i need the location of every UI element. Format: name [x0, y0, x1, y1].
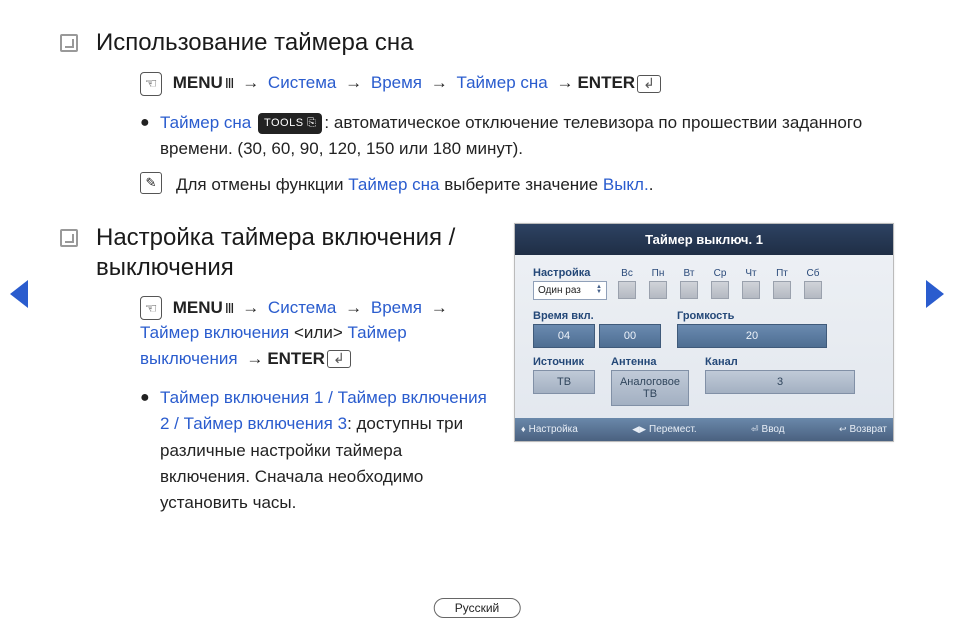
section1-head: Использование таймера сна	[60, 28, 894, 58]
arrow-icon: →	[431, 298, 448, 317]
menu-label: MENU	[173, 73, 223, 92]
day-checkbox[interactable]	[742, 281, 760, 299]
enter-icon	[637, 75, 661, 93]
updown-icon: ♦	[521, 424, 526, 434]
section-icon	[60, 34, 78, 52]
arrow-icon: →	[242, 73, 259, 92]
arrow-icon: →	[246, 349, 263, 368]
tv-panel-title: Таймер выключ. 1	[515, 224, 893, 255]
enter-label: ENTER	[577, 73, 635, 92]
document-page: Использование таймера сна ☜ MENUⅢ → Сист…	[0, 0, 954, 527]
arrow-icon: →	[345, 73, 362, 92]
nav-step-system: Система	[268, 298, 336, 317]
time-volume-row: Время вкл. 04 00 Громкость 20	[533, 310, 883, 348]
footer-setup: Настройка	[529, 424, 578, 435]
time-on-label: Время вкл.	[533, 310, 661, 322]
days-row: Вс Пн Вт Ср Чт Пт Сб	[613, 268, 827, 299]
nav-step-system: Система	[268, 73, 336, 92]
footer-return: Возврат	[850, 424, 888, 435]
hand-icon: ☜	[140, 72, 162, 96]
menu-glyph-icon: Ⅲ	[225, 298, 234, 319]
note-link: Таймер сна	[348, 175, 439, 194]
tools-pill: TOOLS ⎘	[258, 113, 322, 134]
day-label: Пт	[776, 268, 788, 279]
day-label: Вт	[684, 268, 695, 279]
nav-step-on: Таймер включения	[140, 323, 289, 342]
language-pill[interactable]: Русский	[434, 598, 521, 618]
menu-glyph-icon: Ⅲ	[225, 73, 234, 94]
channel-label: Канал	[705, 356, 855, 368]
volume-value[interactable]: 20	[677, 324, 827, 348]
day-label: Вс	[621, 268, 633, 279]
channel-value[interactable]: 3	[705, 370, 855, 394]
volume-label: Громкость	[677, 310, 827, 322]
note-off: Выкл.	[603, 175, 649, 194]
source-row: Источник ТВ Антенна Аналоговое ТВ Канал …	[533, 356, 883, 406]
section1-bullet: ● Таймер сна TOOLS ⎘: автоматическое отк…	[140, 110, 894, 163]
nav-path-2: ☜ MENUⅢ → Система → Время → Таймер включ…	[140, 295, 490, 372]
arrow-icon: →	[431, 73, 448, 92]
tv-footer-hints: ♦ Настройка ◀▶ Перемест. ⏎ Ввод ↩ Возвра…	[515, 418, 893, 441]
day-checkbox[interactable]	[773, 281, 791, 299]
tv-timer-panel: Таймер выключ. 1 Настройка Один раз ▲▼ В	[514, 223, 894, 442]
nav-or: <или>	[294, 323, 343, 342]
setup-label: Настройка	[533, 267, 607, 279]
menu-label: MENU	[173, 298, 223, 317]
setup-dropdown[interactable]: Один раз ▲▼	[533, 281, 607, 300]
source-label: Источник	[533, 356, 595, 368]
dropdown-arrows-icon: ▲▼	[596, 285, 602, 295]
section-icon	[60, 229, 78, 247]
note-dot: .	[649, 175, 654, 194]
enter-hint-icon: ⏎	[751, 424, 759, 435]
next-page-arrow[interactable]	[926, 280, 944, 308]
day-label: Чт	[745, 268, 756, 279]
footer-enter: Ввод	[762, 424, 785, 435]
day-checkbox[interactable]	[680, 281, 698, 299]
sleep-timer-link: Таймер сна	[160, 113, 251, 132]
time-min-value[interactable]: 00	[599, 324, 661, 348]
hand-icon: ☜	[140, 296, 162, 320]
note-pre: Для отмены функции	[176, 175, 348, 194]
bullet-dot-icon: ●	[140, 110, 160, 163]
nav-step-sleep: Таймер сна	[456, 73, 547, 92]
day-checkbox[interactable]	[618, 281, 636, 299]
antenna-label: Антенна	[611, 356, 689, 368]
day-label: Сб	[807, 268, 820, 279]
source-value[interactable]: ТВ	[533, 370, 595, 394]
section2-title: Настройка таймера включения /выключения	[96, 223, 490, 283]
bullet-dot-icon: ●	[140, 385, 160, 517]
arrow-icon: →	[242, 298, 259, 317]
nav-step-time: Время	[371, 73, 422, 92]
prev-page-arrow[interactable]	[10, 280, 28, 308]
setup-value: Один раз	[538, 285, 581, 296]
arrow-icon: →	[345, 298, 362, 317]
leftright-icon: ◀▶	[632, 424, 646, 435]
enter-icon	[327, 350, 351, 368]
day-checkbox[interactable]	[711, 281, 729, 299]
arrow-icon: →	[556, 73, 573, 92]
section1-title: Использование таймера сна	[96, 28, 413, 58]
day-checkbox[interactable]	[804, 281, 822, 299]
antenna-value[interactable]: Аналоговое ТВ	[611, 370, 689, 406]
day-label: Пн	[652, 268, 665, 279]
section2-head: Настройка таймера включения /выключения	[60, 223, 490, 283]
nav-path-1: ☜ MENUⅢ → Система → Время → Таймер сна →…	[140, 70, 894, 96]
enter-label: ENTER	[267, 349, 325, 368]
day-label: Ср	[714, 268, 727, 279]
pencil-icon: ✎	[140, 172, 162, 194]
tv-setup-row: Настройка Один раз ▲▼ Вс Пн Вт Ср Чт	[533, 267, 883, 300]
return-hint-icon: ↩	[839, 424, 847, 435]
time-hour-value[interactable]: 04	[533, 324, 595, 348]
footer-move: Перемест.	[649, 424, 697, 435]
day-checkbox[interactable]	[649, 281, 667, 299]
note-post: выберите значение	[440, 175, 603, 194]
section2-bullet: ● Таймер включения 1 / Таймер включения …	[140, 385, 490, 517]
nav-step-time: Время	[371, 298, 422, 317]
section1-note: ✎ Для отмены функции Таймер сна выберите…	[140, 172, 894, 198]
